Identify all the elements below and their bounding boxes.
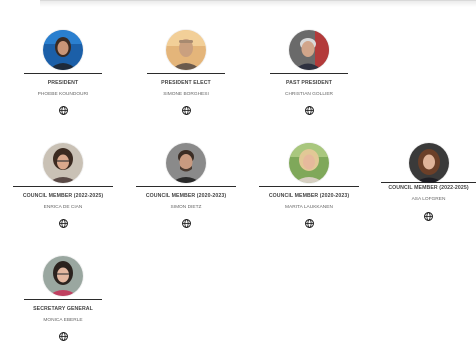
globe-icon[interactable] <box>58 332 68 341</box>
avatar-council-3[interactable] <box>289 143 329 183</box>
globe-icon[interactable] <box>181 106 191 115</box>
member-role: SECRETARY GENERAL <box>33 306 93 312</box>
avatar-council-1[interactable] <box>43 143 83 183</box>
globe-icon[interactable] <box>58 219 68 228</box>
member-card-president: PRESIDENT PHOEBE KOUNDOURI <box>24 30 102 115</box>
member-card-council-4: COUNCIL MEMBER (2022-2025) ASA LOFGREN <box>381 143 476 221</box>
divider <box>270 73 348 74</box>
page-top-edge <box>40 0 476 7</box>
member-name: ENRICA DE CIAN <box>43 205 83 210</box>
member-role: PRESIDENT ELECT <box>161 80 211 86</box>
member-card-president-elect: PRESIDENT ELECT SIMONE BORGHESI <box>147 30 225 115</box>
member-name: MARITA LAUKKANEN <box>285 205 333 210</box>
globe-icon[interactable] <box>424 212 433 221</box>
globe-icon[interactable] <box>304 219 314 228</box>
divider <box>24 73 102 74</box>
member-role: COUNCIL MEMBER (2020-2023) <box>145 193 227 199</box>
avatar-council-2[interactable] <box>166 143 206 183</box>
member-card-past-president: PAST PRESIDENT CHRISTIAN GOLLIER <box>270 30 348 115</box>
member-name: MONICA EBERLE <box>43 318 83 323</box>
member-name: SIMON DIETZ <box>170 205 202 210</box>
member-name: CHRISTIAN GOLLIER <box>285 92 333 97</box>
avatar-president[interactable] <box>43 30 83 70</box>
divider <box>13 186 113 187</box>
avatar-past-president[interactable] <box>289 30 329 70</box>
member-card-council-2: COUNCIL MEMBER (2020-2023) SIMON DIETZ <box>136 143 236 228</box>
avatar-secretary-general[interactable] <box>43 256 83 296</box>
divider <box>147 73 225 74</box>
avatar-council-4[interactable] <box>408 143 449 183</box>
member-name: PHOEBE KOUNDOURI <box>37 92 89 97</box>
globe-icon[interactable] <box>58 106 68 115</box>
member-role: COUNCIL MEMBER (2020-2023) <box>268 193 350 199</box>
divider <box>24 299 102 300</box>
member-role: COUNCIL MEMBER (2022-2025) <box>388 185 469 191</box>
member-card-council-1: COUNCIL MEMBER (2022-2025) ENRICA DE CIA… <box>13 143 113 228</box>
member-role: PAST PRESIDENT <box>286 80 332 86</box>
divider <box>136 186 236 187</box>
globe-icon[interactable] <box>181 219 191 228</box>
member-role: PRESIDENT <box>47 80 79 86</box>
member-card-council-3: COUNCIL MEMBER (2020-2023) MARITA LAUKKA… <box>259 143 359 228</box>
divider <box>259 186 359 187</box>
globe-icon[interactable] <box>304 106 314 115</box>
member-name: ASA LOFGREN <box>411 197 446 202</box>
member-role: COUNCIL MEMBER (2022-2025) <box>22 193 104 199</box>
member-name: SIMONE BORGHESI <box>163 92 209 97</box>
member-card-secretary-general: SECRETARY GENERAL MONICA EBERLE <box>24 256 102 341</box>
avatar-president-elect[interactable] <box>166 30 206 70</box>
